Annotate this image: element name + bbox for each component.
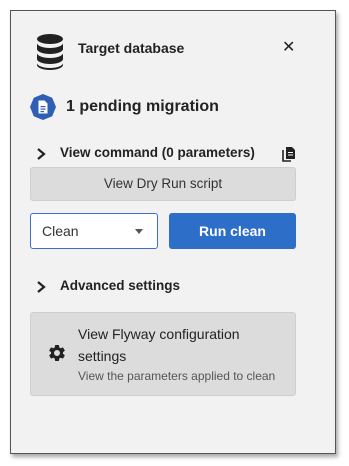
flyway-config-button[interactable]: View Flyway configuration settings View … xyxy=(30,312,296,396)
panel-title: Target database xyxy=(78,40,185,56)
chevron-right-icon xyxy=(37,148,46,160)
close-icon[interactable]: ✕ xyxy=(282,40,295,56)
pending-text: 1 pending migration xyxy=(66,98,219,115)
config-subtitle: View the parameters applied to clean xyxy=(78,369,276,383)
copy-icon[interactable] xyxy=(282,146,296,162)
caret-down-icon xyxy=(135,229,143,234)
document-badge-icon xyxy=(30,94,56,120)
action-select-value: Clean xyxy=(42,223,79,239)
run-clean-button[interactable]: Run clean xyxy=(169,213,296,249)
gear-icon xyxy=(49,344,65,361)
config-title: View Flyway configuration settings xyxy=(78,326,240,364)
view-command-label: View command (0 parameters) xyxy=(60,145,255,160)
database-icon xyxy=(37,34,63,70)
chevron-right-icon xyxy=(37,281,46,293)
advanced-settings-label: Advanced settings xyxy=(60,278,181,293)
action-select[interactable]: Clean xyxy=(30,213,158,249)
view-dry-run-button[interactable]: View Dry Run script xyxy=(30,167,296,201)
panel-header: Target database ✕ xyxy=(36,34,298,74)
